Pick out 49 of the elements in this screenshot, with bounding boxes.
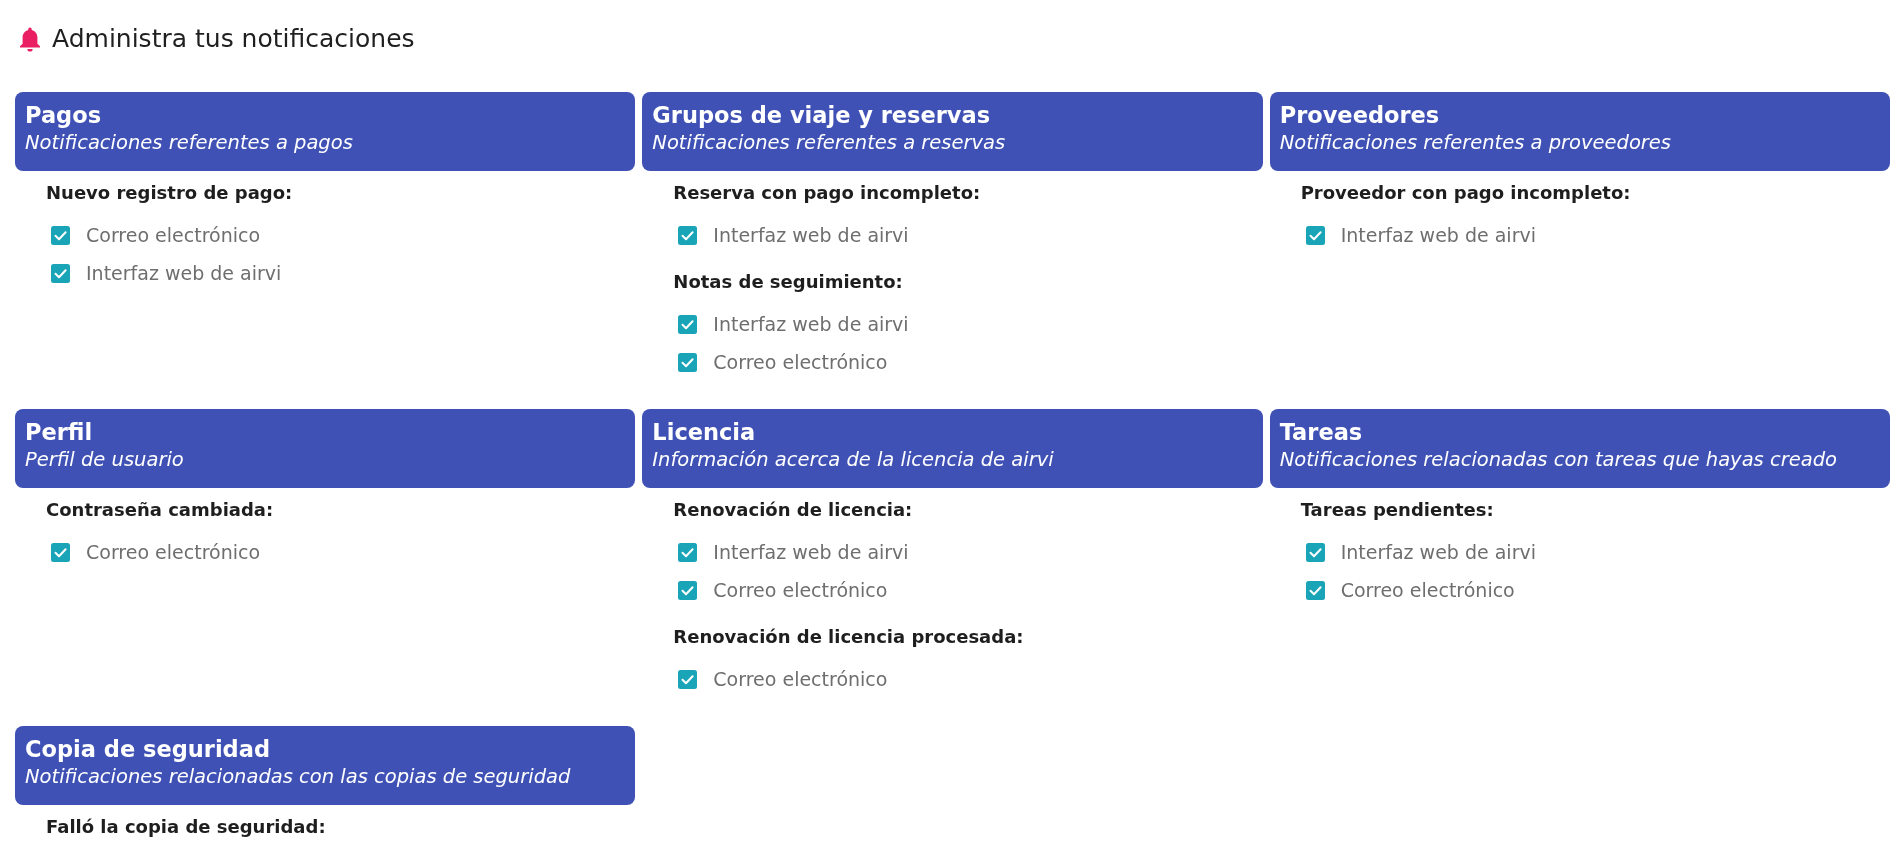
checkbox[interactable]: [51, 542, 70, 562]
checkbox-label[interactable]: Correo electrónico: [86, 223, 261, 247]
category-title: Tareas: [1279, 418, 1363, 447]
checkbox[interactable]: [678, 669, 698, 689]
category-title: Copia de seguridad: [25, 735, 270, 764]
category-subtitle: Información acerca de la licencia de airvi: [652, 447, 1054, 473]
notification-label: Falló la copia de seguridad:: [46, 815, 326, 839]
checkbox[interactable]: [678, 580, 698, 600]
checkbox-label[interactable]: Correo electrónico: [713, 350, 888, 374]
checkbox-label[interactable]: Interfaz web de airvi: [713, 540, 909, 564]
notification-label: Notas de seguimiento:: [673, 270, 903, 294]
checkbox-label[interactable]: Interfaz web de airvi: [713, 223, 909, 247]
checkbox[interactable]: [1305, 580, 1325, 600]
category-title: Pagos: [25, 101, 102, 130]
notification-label: Contraseña cambiada:: [46, 498, 274, 522]
notification-label: Renovación de licencia procesada:: [673, 625, 1024, 649]
category-title: Licencia: [652, 418, 756, 447]
checkbox[interactable]: [678, 225, 698, 245]
notification-label: Reserva con pago incompleto:: [673, 181, 981, 205]
checkbox-label[interactable]: Interfaz web de airvi: [713, 312, 909, 336]
category-subtitle: Notificaciones relacionadas con las copias de seguridad: [25, 764, 571, 790]
category-subtitle: Notificaciones referentes a reservas: [652, 130, 1006, 156]
notification-label: Nuevo registro de pago:: [46, 181, 293, 205]
bell-icon: [18, 25, 42, 53]
category-subtitle: Notificaciones referentes a proveedores: [1279, 130, 1672, 156]
notification-label: Proveedor con pago incompleto:: [1300, 181, 1631, 205]
checkbox[interactable]: [678, 314, 698, 334]
checkbox[interactable]: [678, 352, 698, 372]
checkbox-label[interactable]: Correo electrónico: [1340, 578, 1515, 602]
checkbox-label[interactable]: Interfaz web de airvi: [86, 261, 282, 285]
checkbox-label[interactable]: Correo electrónico: [86, 540, 261, 564]
checkbox[interactable]: [678, 542, 698, 562]
checkbox[interactable]: [1305, 542, 1325, 562]
category-subtitle: Notificaciones relacionadas con tareas que hayas creado: [1279, 447, 1837, 473]
checkbox-label[interactable]: Correo electrónico: [713, 667, 888, 691]
page-title: Administra tus notificaciones: [52, 23, 415, 55]
checkbox-label[interactable]: Interfaz web de airvi: [1340, 540, 1536, 564]
category-subtitle: Notificaciones referentes a pagos: [25, 130, 353, 156]
checkbox-label[interactable]: Interfaz web de airvi: [1340, 223, 1536, 247]
checkbox[interactable]: [1305, 225, 1325, 245]
category-subtitle: Perfil de usuario: [25, 447, 184, 473]
checkbox[interactable]: [51, 225, 70, 245]
checkbox[interactable]: [51, 263, 70, 283]
category-title: Proveedores: [1279, 101, 1440, 130]
category-title: Grupos de viaje y reservas: [652, 101, 991, 130]
notification-label: Tareas pendientes:: [1300, 498, 1494, 522]
checkbox-label[interactable]: Correo electrónico: [713, 578, 888, 602]
notification-label: Renovación de licencia:: [673, 498, 913, 522]
category-title: Perfil: [25, 418, 93, 447]
